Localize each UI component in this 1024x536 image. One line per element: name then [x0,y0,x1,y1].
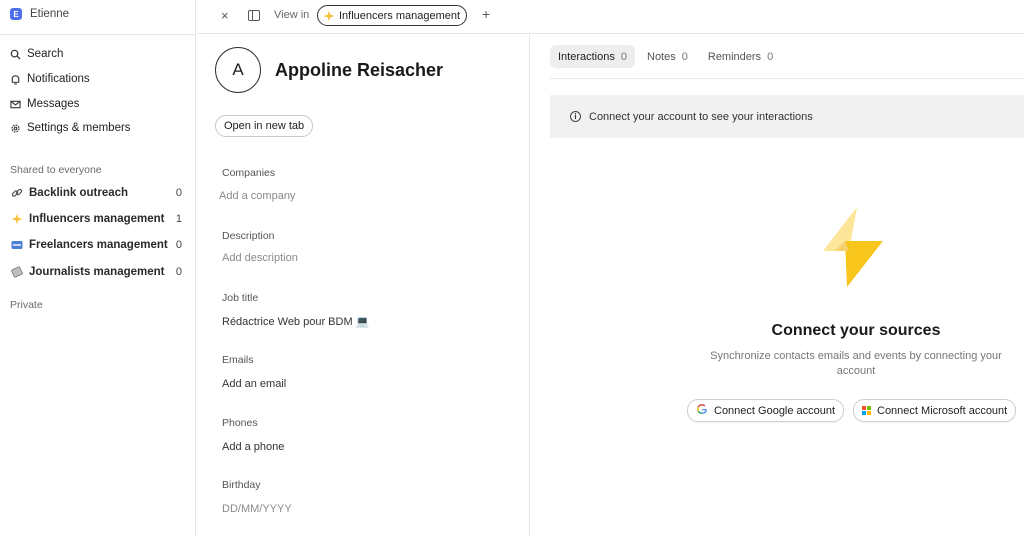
connect-sources-title: Connect your sources [771,322,941,339]
list-item-count: 0 [175,265,182,278]
companies-field[interactable]: Add a company [219,190,295,202]
avatar: A [215,47,261,93]
connect-sources-subtitle: Synchronize contacts emails and events b… [710,350,1002,377]
list-item-label: Journalists management [29,265,165,278]
newspaper-icon [10,265,23,278]
list-item-label: Influencers management [29,212,165,225]
lightning-bolt-icon [823,207,883,287]
search-icon [10,49,21,60]
connect-google-button[interactable]: Connect Google account [687,399,845,422]
tab-label: Notes [647,50,676,63]
nav-label: Messages [27,98,80,110]
tab-label: Interactions [558,50,615,63]
list-item-count: 0 [175,238,182,251]
nav-notifications[interactable]: Notifications [10,73,90,85]
list-item-count: 0 [175,186,182,199]
nav-label: Search [27,48,64,60]
list-chip-label: Influencers management [339,9,461,22]
record-panel: A Appoline Reisacher Open in new tab Com… [197,35,530,536]
side-panel-icon[interactable] [248,10,260,21]
workspace-name: Etienne [30,8,70,20]
list-item-count: 1 [175,212,182,225]
button-label: Connect Google account [714,404,836,417]
companies-label: Companies [222,167,276,179]
info-icon: i [570,111,581,122]
list-item-influencers-management[interactable]: Influencers management 1 [10,212,182,225]
free-badge-icon [10,238,23,251]
microsoft-icon [862,406,871,415]
connect-microsoft-button[interactable]: Connect Microsoft account [853,399,1017,422]
phones-label: Phones [222,417,258,429]
tab-count: 0 [681,50,688,63]
gear-icon [11,123,20,133]
topbar: × View in Influencers management + [197,0,1024,34]
open-in-new-tab-button[interactable]: Open in new tab [215,115,314,137]
nav-label: Notifications [27,73,90,85]
list-item-journalists-management[interactable]: Journalists management 0 [10,265,182,278]
list-chip[interactable]: Influencers management [317,5,468,26]
description-label: Description [222,230,275,242]
workspace-badge: E [10,8,22,20]
list-item-backlink-outreach[interactable]: Backlink outreach 0 [10,186,182,199]
divider [550,78,1024,79]
birthday-field[interactable]: DD/MM/YYYY [222,503,292,515]
nav-messages[interactable]: Messages [10,98,79,110]
sidebar: E Etienne Search Notifications Messages … [0,0,196,536]
tab-notes[interactable]: Notes 0 [639,45,696,68]
nav-label: Settings & members [27,122,131,134]
divider [0,34,196,35]
google-icon [696,403,708,418]
emails-field[interactable]: Add an email [222,378,286,390]
connect-account-banner: i Connect your account to see your inter… [550,95,1024,138]
activity-panel: Interactions 0 Notes 0 Reminders 0 i Con… [531,35,1024,536]
tab-reminders[interactable]: Reminders 0 [700,45,781,68]
mail-icon [10,100,21,108]
nav-settings[interactable]: Settings & members [10,122,131,134]
shared-section-label: Shared to everyone [10,164,102,176]
view-in-label: View in [274,9,310,21]
birthday-label: Birthday [222,479,261,491]
list-item-freelancers-management[interactable]: Freelancers management 0 [10,238,182,251]
job-title-field[interactable]: Rédactrice Web pour BDM 💻 [222,315,369,328]
person-name[interactable]: Appoline Reisacher [275,60,443,81]
nav-search[interactable]: Search [10,48,63,60]
workspace-switcher[interactable]: E Etienne [10,8,69,20]
list-item-label: Freelancers management [29,238,168,251]
private-section-label: Private [10,299,43,311]
list-item-label: Backlink outreach [29,186,129,199]
close-icon[interactable]: × [221,8,229,23]
banner-text: Connect your account to see your interac… [589,110,813,123]
link-icon [10,186,23,199]
tab-interactions[interactable]: Interactions 0 [550,45,635,68]
emails-label: Emails [222,354,254,366]
button-label: Connect Microsoft account [877,404,1008,417]
job-title-label: Job title [222,292,259,304]
phones-field[interactable]: Add a phone [222,441,284,453]
tab-count: 0 [620,50,627,63]
bell-icon [11,74,20,84]
tab-count: 0 [767,50,774,63]
tab-bar: Interactions 0 Notes 0 Reminders 0 [550,45,781,68]
sparkle-icon [323,10,335,21]
sparkle-icon [10,212,23,225]
description-field[interactable]: Add description [222,252,298,264]
tab-label: Reminders [707,50,762,63]
add-icon[interactable]: + [482,6,490,22]
